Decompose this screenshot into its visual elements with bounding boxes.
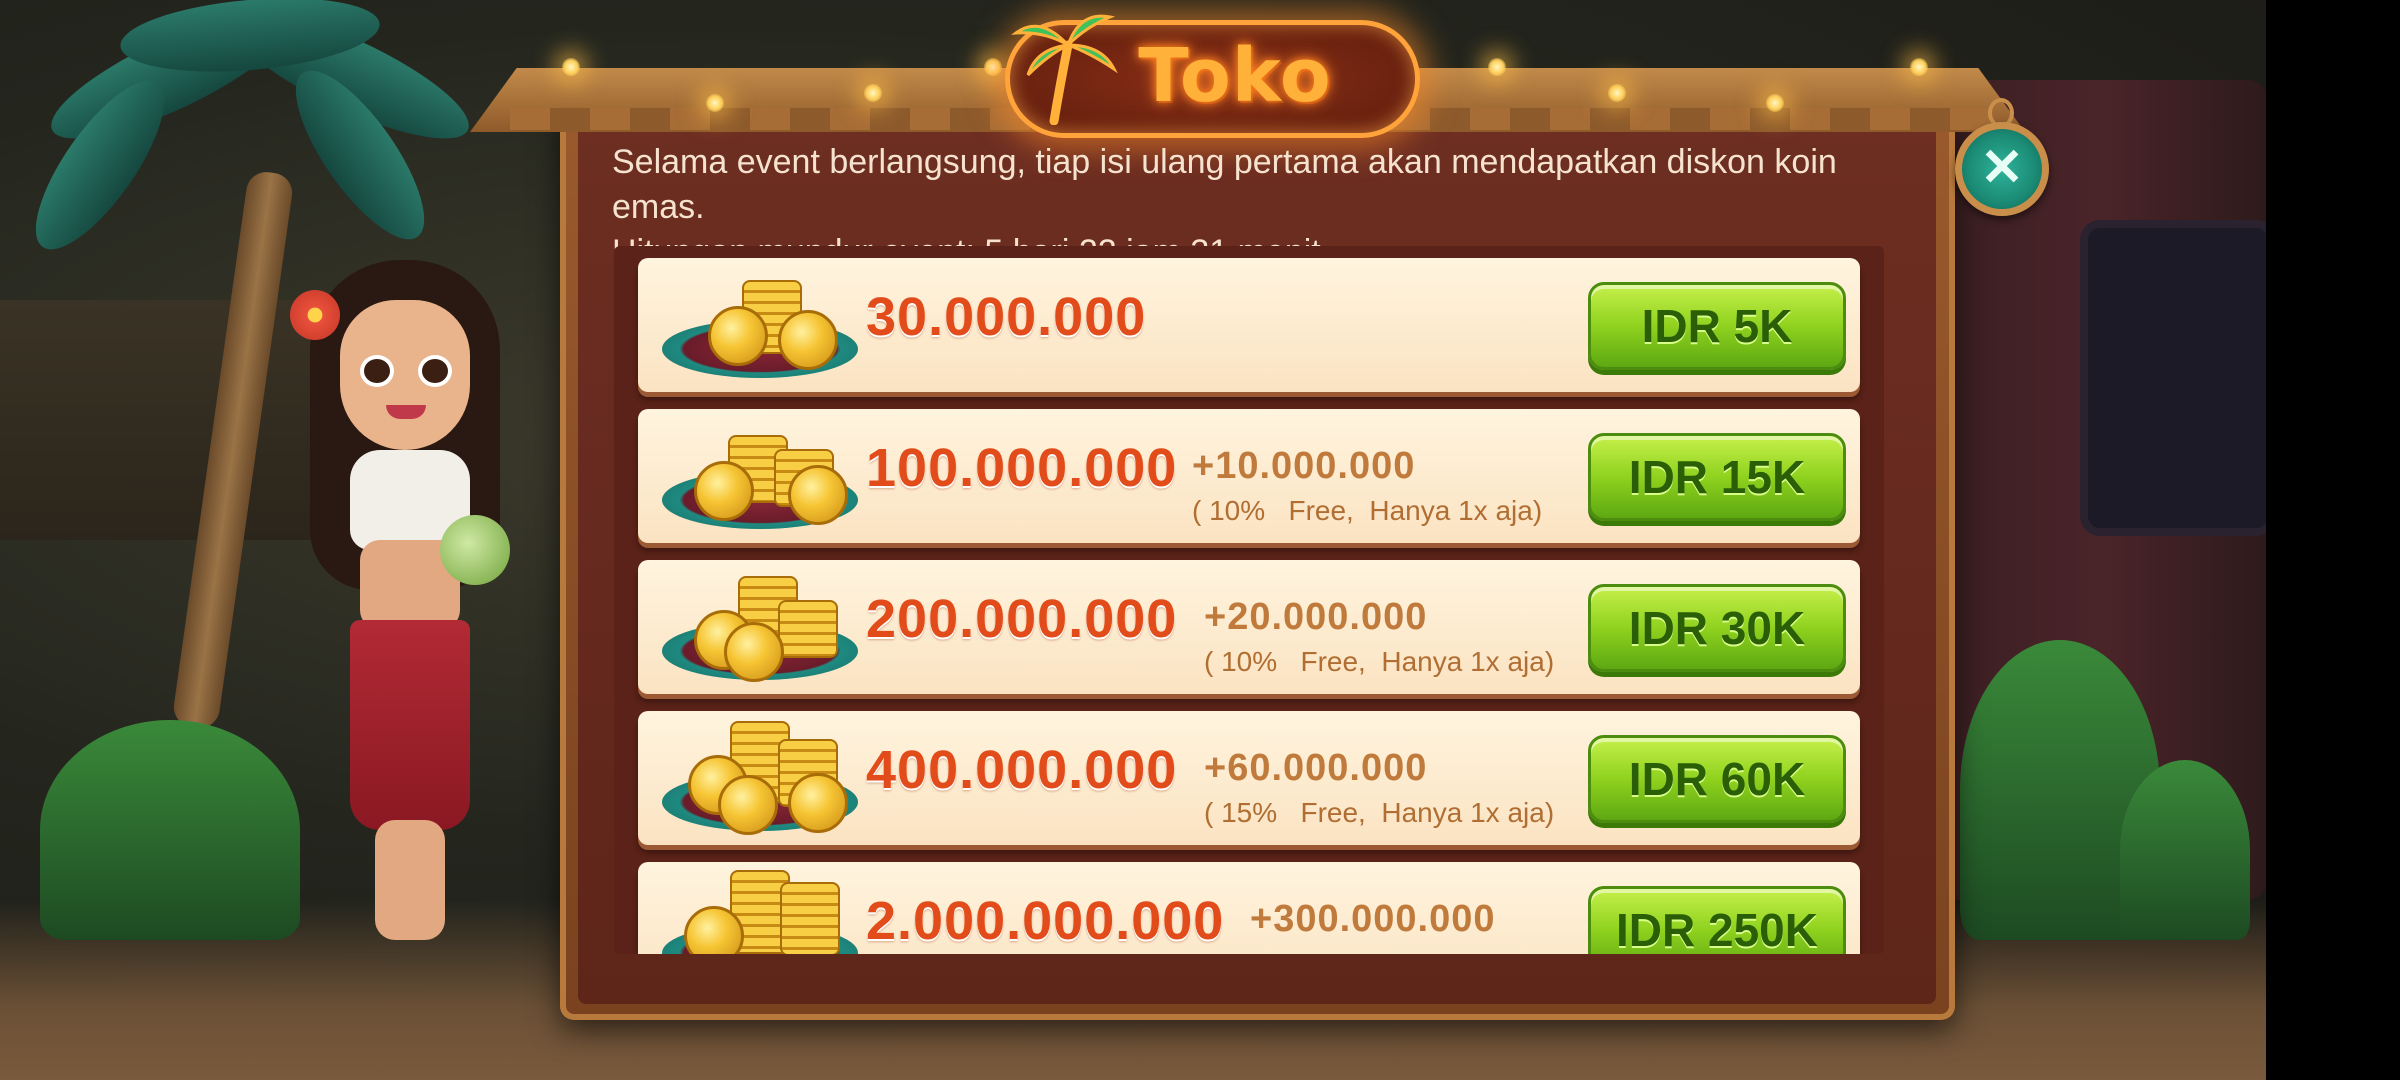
coin-stack bbox=[778, 600, 838, 658]
coin bbox=[708, 306, 768, 366]
close-icon: ✕ bbox=[1980, 139, 2024, 197]
package-note: ( 10% Free, Hanya 1x aja) bbox=[1192, 495, 1543, 526]
light-bulb-icon bbox=[706, 94, 724, 112]
plant bbox=[40, 720, 300, 940]
package-list[interactable]: 30.000.000 IDR 5K 100.000.000 +10.000.00… bbox=[614, 246, 1884, 954]
background-screen bbox=[2080, 220, 2276, 536]
coin bbox=[788, 773, 848, 833]
coin bbox=[694, 461, 754, 521]
buy-button[interactable]: IDR 30K bbox=[1588, 584, 1846, 672]
package-bonus: +60.000.000 bbox=[1204, 747, 1428, 789]
package-item: 30.000.000 IDR 5K bbox=[638, 258, 1860, 392]
character-skirt bbox=[350, 620, 470, 830]
package-note: ( 15% Free, Hanya 1x aja) bbox=[1204, 797, 1555, 828]
light-bulb-icon bbox=[864, 84, 882, 102]
close-button[interactable]: ✕ bbox=[1955, 122, 2049, 216]
package-amount: 200.000.000 bbox=[866, 589, 1178, 649]
package-item: 400.000.000 +60.000.000 ( 15% Free, Hany… bbox=[638, 711, 1860, 845]
package-item: 100.000.000 +10.000.000 ( 10% Free, Hany… bbox=[638, 409, 1860, 543]
light-bulb-icon bbox=[1608, 84, 1626, 102]
coin bbox=[718, 775, 778, 835]
package-bonus: +300.000.000 bbox=[1250, 898, 1496, 940]
plant bbox=[2120, 760, 2250, 940]
shop-title: Toko bbox=[1138, 33, 1332, 119]
package-note: ( 10% Free, Hanya 1x aja) bbox=[1204, 646, 1555, 677]
coin-stack bbox=[780, 882, 840, 954]
buy-button[interactable]: IDR 60K bbox=[1588, 735, 1846, 823]
package-bonus: +20.000.000 bbox=[1204, 596, 1428, 638]
buy-button[interactable]: IDR 250K bbox=[1588, 886, 1846, 954]
hair-flower-icon bbox=[290, 290, 340, 340]
character-eye bbox=[360, 355, 394, 387]
light-bulb-icon bbox=[1766, 94, 1784, 112]
light-bulb-icon bbox=[562, 58, 580, 76]
package-amount: 30.000.000 bbox=[866, 287, 1147, 347]
palm-tree-icon bbox=[1011, 14, 1118, 125]
light-bulb-icon bbox=[984, 58, 1002, 76]
buy-button[interactable]: IDR 5K bbox=[1588, 282, 1846, 370]
character-eye bbox=[418, 355, 452, 387]
letterbox-bar bbox=[2266, 0, 2400, 1080]
coconut-drink-icon bbox=[440, 515, 510, 585]
light-bulb-icon bbox=[1488, 58, 1506, 76]
package-item: 2.000.000.000 +300.000.000 IDR 250K bbox=[638, 862, 1860, 954]
package-amount: 2.000.000.000 bbox=[866, 891, 1225, 951]
event-description: Selama event berlangsung, tiap isi ulang… bbox=[612, 143, 1837, 226]
package-amount: 400.000.000 bbox=[866, 740, 1178, 800]
light-bulb-icon bbox=[1910, 58, 1928, 76]
bar-counter bbox=[0, 300, 330, 540]
character-legs bbox=[375, 820, 445, 940]
coin bbox=[724, 622, 784, 682]
buy-button[interactable]: IDR 15K bbox=[1588, 433, 1846, 521]
package-amount: 100.000.000 bbox=[866, 438, 1178, 498]
package-bonus: +10.000.000 bbox=[1192, 445, 1416, 487]
package-item: 200.000.000 +20.000.000 ( 10% Free, Hany… bbox=[638, 560, 1860, 694]
coin bbox=[778, 310, 838, 370]
character-avatar bbox=[290, 260, 550, 960]
coin bbox=[788, 465, 848, 525]
